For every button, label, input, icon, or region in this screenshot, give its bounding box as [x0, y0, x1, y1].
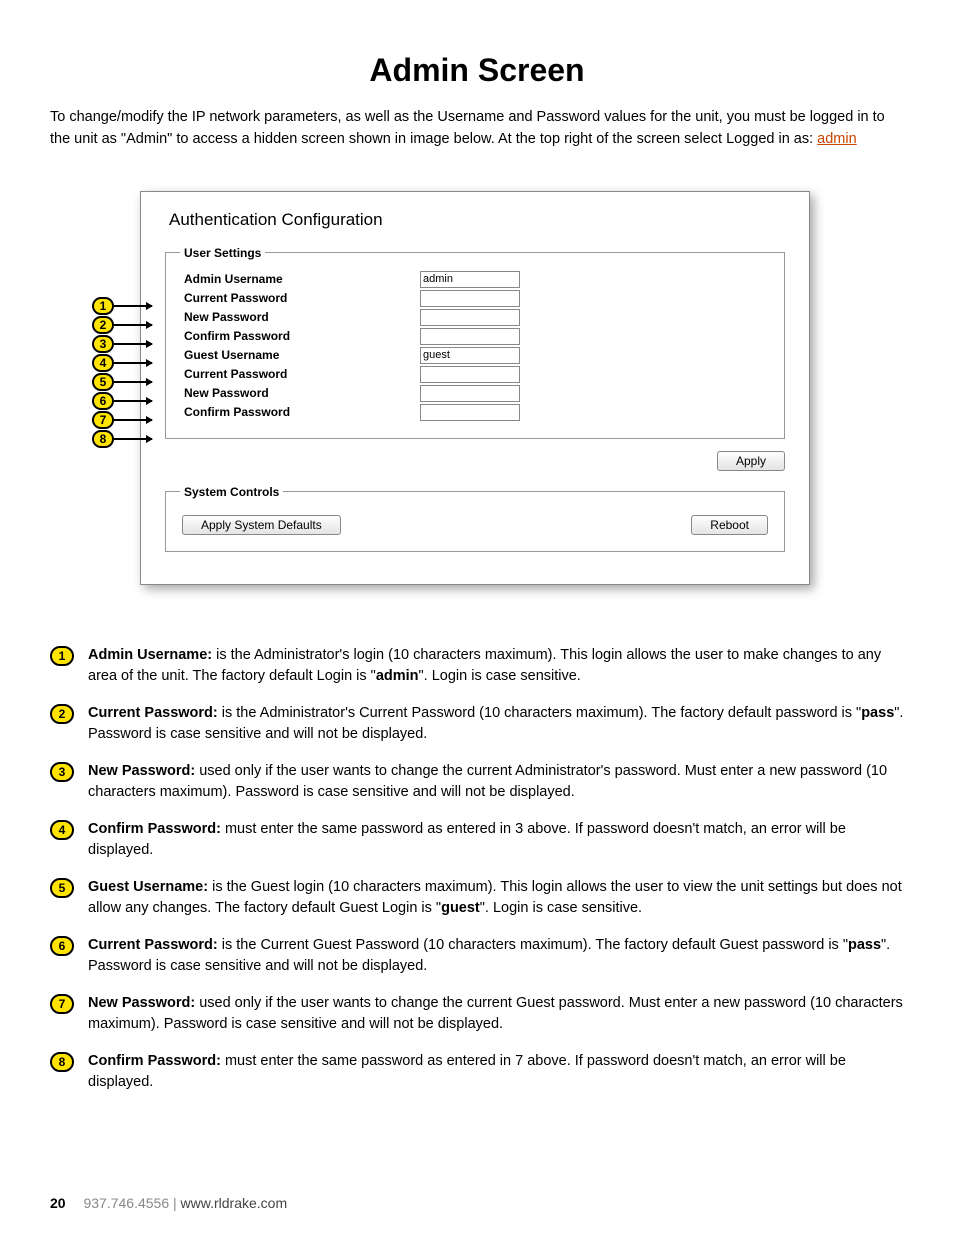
- desc-item-5: 5 Guest Username: is the Guest login (10 …: [50, 877, 904, 919]
- label-confirm-password-2: Confirm Password: [180, 405, 420, 419]
- callout-bubble-6: 6: [92, 392, 114, 410]
- callout-bubble-8: 8: [92, 430, 114, 448]
- input-guest-username[interactable]: [420, 347, 520, 364]
- desc-bubble: 4: [50, 820, 74, 840]
- row-current-password-1: Current Password: [180, 289, 770, 308]
- apply-defaults-button[interactable]: Apply System Defaults: [182, 515, 341, 535]
- intro-text: To change/modify the IP network paramete…: [50, 109, 885, 147]
- input-current-password-2[interactable]: [420, 366, 520, 383]
- row-confirm-password-1: Confirm Password: [180, 327, 770, 346]
- desc-text: Guest Username: is the Guest login (10 c…: [88, 877, 904, 919]
- desc-text: Admin Username: is the Administrator's l…: [88, 645, 904, 687]
- callout-bubble-5: 5: [92, 373, 114, 391]
- user-settings-legend: User Settings: [180, 246, 265, 260]
- intro-paragraph: To change/modify the IP network paramete…: [50, 107, 904, 151]
- user-settings-fieldset: User Settings Admin Username Current Pas…: [165, 246, 785, 439]
- arrow-icon: [114, 305, 152, 307]
- arrow-icon: [114, 324, 152, 326]
- arrow-icon: [114, 343, 152, 345]
- arrow-icon: [114, 381, 152, 383]
- desc-text: Confirm Password: must enter the same pa…: [88, 1051, 904, 1093]
- arrow-icon: [114, 438, 152, 440]
- desc-item-2: 2 Current Password: is the Administrator'…: [50, 703, 904, 745]
- label-new-password-2: New Password: [180, 386, 420, 400]
- desc-text: Confirm Password: must enter the same pa…: [88, 819, 904, 861]
- footer-phone: 937.746.4556 |: [83, 1195, 180, 1211]
- callout-bubble-7: 7: [92, 411, 114, 429]
- desc-item-8: 8 Confirm Password: must enter the same p…: [50, 1051, 904, 1093]
- footer-site: www.rldrake.com: [181, 1195, 288, 1211]
- descriptions-list: 1 Admin Username: is the Administrator's …: [50, 645, 904, 1093]
- apply-button[interactable]: Apply: [717, 451, 785, 471]
- label-current-password-1: Current Password: [180, 291, 420, 305]
- input-new-password-2[interactable]: [420, 385, 520, 402]
- desc-item-4: 4 Confirm Password: must enter the same p…: [50, 819, 904, 861]
- arrow-icon: [114, 362, 152, 364]
- desc-text: Current Password: is the Administrator's…: [88, 703, 904, 745]
- desc-item-7: 7 New Password: used only if the user wan…: [50, 993, 904, 1035]
- desc-text: Current Password: is the Current Guest P…: [88, 935, 904, 977]
- row-new-password-1: New Password: [180, 308, 770, 327]
- label-current-password-2: Current Password: [180, 367, 420, 381]
- page-number: 20: [50, 1195, 66, 1211]
- system-controls-fieldset: System Controls Apply System Defaults Re…: [165, 485, 785, 552]
- label-admin-username: Admin Username: [180, 272, 420, 286]
- desc-item-3: 3 New Password: used only if the user wan…: [50, 761, 904, 803]
- callout-bubble-2: 2: [92, 316, 114, 334]
- label-confirm-password-1: Confirm Password: [180, 329, 420, 343]
- page-title: Admin Screen: [50, 52, 904, 89]
- callout-bubble-3: 3: [92, 335, 114, 353]
- page-footer: 20 937.746.4556 | www.rldrake.com: [50, 1195, 287, 1211]
- desc-bubble: 6: [50, 936, 74, 956]
- desc-text: New Password: used only if the user want…: [88, 761, 904, 803]
- desc-bubble: 2: [50, 704, 74, 724]
- arrow-icon: [114, 400, 152, 402]
- row-admin-username: Admin Username: [180, 270, 770, 289]
- label-guest-username: Guest Username: [180, 348, 420, 362]
- row-current-password-2: Current Password: [180, 365, 770, 384]
- desc-bubble: 8: [50, 1052, 74, 1072]
- arrow-icon: [114, 419, 152, 421]
- admin-link[interactable]: admin: [817, 131, 857, 147]
- row-confirm-password-2: Confirm Password: [180, 403, 770, 422]
- input-confirm-password-1[interactable]: [420, 328, 520, 345]
- input-confirm-password-2[interactable]: [420, 404, 520, 421]
- callout-bubble-1: 1: [92, 297, 114, 315]
- desc-item-1: 1 Admin Username: is the Administrator's …: [50, 645, 904, 687]
- row-guest-username: Guest Username: [180, 346, 770, 365]
- auth-config-panel: Authentication Configuration User Settin…: [140, 191, 810, 585]
- callout-bubble-4: 4: [92, 354, 114, 372]
- input-new-password-1[interactable]: [420, 309, 520, 326]
- input-current-password-1[interactable]: [420, 290, 520, 307]
- desc-bubble: 5: [50, 878, 74, 898]
- panel-heading: Authentication Configuration: [169, 210, 785, 230]
- system-controls-legend: System Controls: [180, 485, 283, 499]
- screenshot-wrapper: 1 2 3 4 5 6 7 8 Authentication Configura…: [140, 191, 904, 585]
- row-new-password-2: New Password: [180, 384, 770, 403]
- desc-bubble: 1: [50, 646, 74, 666]
- desc-text: New Password: used only if the user want…: [88, 993, 904, 1035]
- input-admin-username[interactable]: [420, 271, 520, 288]
- desc-item-6: 6 Current Password: is the Current Guest …: [50, 935, 904, 977]
- label-new-password-1: New Password: [180, 310, 420, 324]
- desc-bubble: 7: [50, 994, 74, 1014]
- reboot-button[interactable]: Reboot: [691, 515, 768, 535]
- desc-bubble: 3: [50, 762, 74, 782]
- callout-column: 1 2 3 4 5 6 7 8: [92, 297, 152, 449]
